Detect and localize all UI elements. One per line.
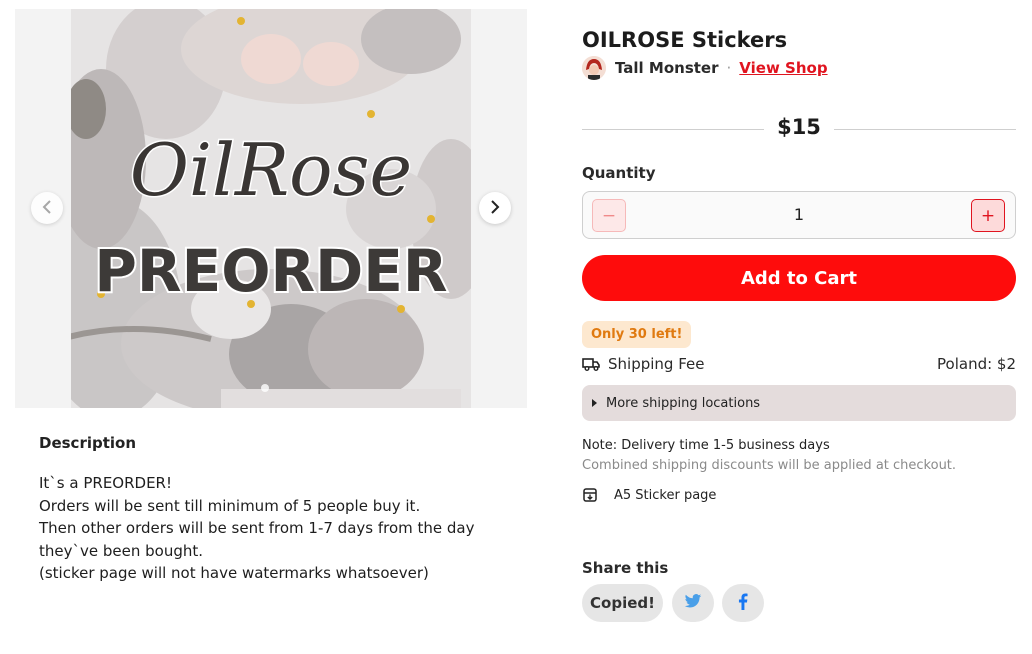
description-line: (sticker page will not have watermarks w… xyxy=(39,564,429,583)
description-body: It`s a PREORDER! Orders will be sent til… xyxy=(39,472,489,585)
shipping-fee-row: Shipping Fee Poland: $2 xyxy=(582,352,1016,376)
product-title: OILROSE Stickers xyxy=(582,28,788,52)
description-heading: Description xyxy=(39,434,137,452)
caret-right-icon xyxy=(592,399,597,407)
quantity-increase-button[interactable]: + xyxy=(971,199,1005,232)
share-facebook-button[interactable] xyxy=(722,584,764,622)
file-label: A5 Sticker page xyxy=(614,487,717,503)
shop-info: Tall Monster · View Shop xyxy=(582,56,828,80)
share-heading: Share this xyxy=(582,559,669,577)
separator-dot: · xyxy=(726,59,732,77)
chevron-left-icon xyxy=(42,199,52,218)
shipping-fee-value: Poland: $2 xyxy=(937,355,1016,373)
add-to-cart-button[interactable]: Add to Cart xyxy=(582,255,1016,301)
artwork-logo-text: OilRose xyxy=(130,128,412,212)
description-line: It`s a PREORDER! xyxy=(39,474,172,492)
file-download-icon xyxy=(582,487,598,503)
divider xyxy=(582,129,764,130)
truck-icon xyxy=(582,356,600,372)
quantity-stepper: − 1 + xyxy=(582,191,1016,239)
gallery-dot-indicator[interactable] xyxy=(261,384,269,392)
copy-link-button[interactable]: Copied! xyxy=(582,584,663,622)
share-twitter-button[interactable] xyxy=(672,584,714,622)
more-shipping-label: More shipping locations xyxy=(606,395,761,411)
description-line: Then other orders will be sent from 1-7 … xyxy=(39,519,475,538)
shipping-fee-label: Shipping Fee xyxy=(608,355,705,373)
delivery-note: Note: Delivery time 1-5 business days xyxy=(582,438,830,453)
divider xyxy=(834,129,1016,130)
product-price: $15 xyxy=(777,115,821,139)
artwork-banner-text: PREORDER xyxy=(94,237,447,305)
quantity-label: Quantity xyxy=(582,164,656,182)
chevron-right-icon xyxy=(490,199,500,218)
sticker-artwork: OilRose PREORDER xyxy=(71,9,471,408)
product-image[interactable]: OilRose PREORDER xyxy=(71,9,471,408)
view-shop-link[interactable]: View Shop xyxy=(739,59,827,77)
more-shipping-locations-toggle[interactable]: More shipping locations xyxy=(582,385,1016,421)
gallery-next-button[interactable] xyxy=(479,192,511,224)
stock-badge: Only 30 left! xyxy=(582,321,692,348)
price-row: $15 xyxy=(582,115,1016,143)
shop-avatar[interactable] xyxy=(582,56,606,80)
description-line: Orders will be sent till minimum of 5 pe… xyxy=(39,496,421,515)
shop-name[interactable]: Tall Monster xyxy=(615,59,719,77)
quantity-input[interactable]: 1 xyxy=(583,205,1015,224)
digital-file-row: A5 Sticker page xyxy=(582,485,716,505)
facebook-f-icon xyxy=(738,592,748,614)
product-image-gallery: OilRose PREORDER xyxy=(15,9,527,408)
shipping-discount-note: Combined shipping discounts will be appl… xyxy=(582,458,957,473)
description-line: they`ve been bought. xyxy=(39,541,204,560)
gallery-prev-button[interactable] xyxy=(31,192,63,224)
twitter-bird-icon xyxy=(684,593,702,613)
